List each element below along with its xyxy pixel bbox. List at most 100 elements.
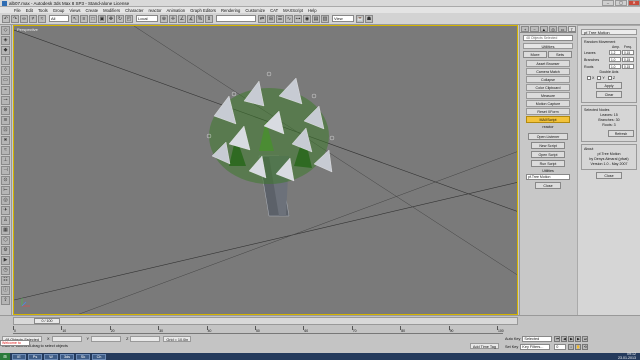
reactor-dashpot-icon[interactable]: ⊸: [1, 96, 10, 105]
set-key-button[interactable]: Set Key: [505, 345, 518, 349]
select-object-icon[interactable]: ↖: [71, 14, 79, 23]
asset-browser-button[interactable]: Asset Browser: [526, 60, 570, 67]
maxscript-close-button[interactable]: Close: [535, 182, 561, 189]
snap-icon[interactable]: ∠: [178, 14, 186, 23]
viewport-label[interactable]: Perspective: [17, 27, 38, 32]
maximize-button[interactable]: ▢: [615, 0, 627, 6]
menu-reactor[interactable]: reactor: [148, 8, 161, 13]
perspective-viewport[interactable]: Perspective: [13, 25, 518, 315]
new-script-button[interactable]: New Script: [531, 142, 565, 149]
clear-button[interactable]: Clear: [596, 91, 622, 98]
more-button[interactable]: More: [523, 51, 547, 58]
reference-coord-dropdown[interactable]: Local: [136, 15, 158, 22]
reactor-deforming-icon[interactable]: ◊: [1, 66, 10, 75]
utilities-dropdown[interactable]: pf.Tree Motion: [526, 174, 570, 180]
reactor-create-anim-icon[interactable]: ◷: [1, 266, 10, 275]
tab-hierarchy[interactable]: ▲: [539, 26, 548, 32]
apply-button[interactable]: Apply: [596, 82, 622, 89]
leaves-freq-spinner[interactable]: 0.15: [622, 50, 634, 55]
tree-motion-close-button[interactable]: Close: [596, 172, 622, 179]
reactor-car-wheel-icon[interactable]: ◎: [1, 196, 10, 205]
reactor-plane-icon[interactable]: ▭: [1, 76, 10, 85]
add-time-tag[interactable]: Add Time Tag: [469, 342, 499, 349]
minimize-button[interactable]: –: [602, 0, 614, 6]
menu-tools[interactable]: Tools: [38, 8, 48, 13]
tab-modify[interactable]: ~: [530, 26, 539, 32]
rect-selection-icon[interactable]: □: [89, 14, 97, 23]
menu-create[interactable]: Create: [86, 8, 99, 13]
menu-file[interactable]: File: [14, 8, 21, 13]
window-crossing-icon[interactable]: ▣: [98, 14, 106, 23]
reactor-analyze-icon[interactable]: ⚙: [1, 246, 10, 255]
utilities-rollout-title[interactable]: Utilities: [523, 43, 573, 49]
reactor-property-icon[interactable]: ☷: [1, 276, 10, 285]
menu-views[interactable]: Views: [69, 8, 80, 13]
reactor-preview-icon[interactable]: ▶: [1, 256, 10, 265]
rotate-icon[interactable]: ↻: [116, 14, 124, 23]
auto-key-button[interactable]: Auto Key: [505, 337, 520, 341]
tab-motion[interactable]: ◎: [548, 26, 558, 32]
unlink-icon[interactable]: ≠: [29, 14, 37, 23]
reactor-toy-car-icon[interactable]: ⊡: [1, 126, 10, 135]
reactor-fracture-icon[interactable]: ⋇: [1, 136, 10, 145]
start-button[interactable]: ⊞: [0, 353, 10, 360]
leaves-amp-spinner[interactable]: 1.2: [609, 50, 621, 55]
z-coord-field[interactable]: [130, 335, 161, 342]
menu-modifiers[interactable]: Modifiers: [103, 8, 120, 13]
mirror-icon[interactable]: ⇄: [258, 14, 266, 23]
reactor-cloth-icon[interactable]: ◈: [1, 36, 10, 45]
sets-button[interactable]: Sets: [548, 51, 572, 58]
menu-cat[interactable]: CAT: [270, 8, 278, 13]
open-listener-button[interactable]: Open Listener: [528, 133, 568, 140]
pan-icon[interactable]: ✋: [575, 344, 582, 350]
tree-model[interactable]: [206, 71, 335, 217]
prev-frame-icon[interactable]: ◀: [561, 336, 568, 342]
branches-amp-spinner[interactable]: 1.0: [609, 57, 621, 62]
maxscript-mini-listener[interactable]: Welcome to: [0, 340, 30, 346]
reactor-ragdoll-icon[interactable]: ♙: [1, 216, 10, 225]
taskbar-app-3dsmax[interactable]: 3ds: [60, 353, 74, 360]
go-to-start-icon[interactable]: ⏮: [554, 336, 561, 342]
bind-spacewarp-icon[interactable]: ≈: [38, 14, 46, 23]
scale-icon[interactable]: ◰: [125, 14, 133, 23]
y-axis-checkbox[interactable]: [597, 76, 602, 80]
menu-animation[interactable]: Animation: [167, 8, 186, 13]
undo-icon[interactable]: ↶: [2, 14, 10, 23]
quick-render-icon[interactable]: ☕: [356, 14, 364, 23]
system-clock[interactable]: 09:12 23.01.2013: [618, 352, 636, 360]
reactor-fly-icon[interactable]: ✈: [1, 206, 10, 215]
layer-manager-icon[interactable]: ☰: [276, 14, 284, 23]
reactor-convex-icon[interactable]: ⬡: [1, 236, 10, 245]
render-last-icon[interactable]: ☗: [365, 14, 373, 23]
reactor-export-icon[interactable]: ⇪: [1, 296, 10, 305]
reactor-wall-icon[interactable]: ▦: [1, 226, 10, 235]
open-script-button[interactable]: Open Script: [531, 151, 565, 158]
motion-capture-button[interactable]: Motion Capture: [526, 100, 570, 107]
branches-freq-spinner[interactable]: 0.15: [622, 57, 634, 62]
refresh-button[interactable]: Refresh: [608, 130, 634, 137]
roots-freq-spinner[interactable]: 0.15: [622, 64, 634, 69]
menu-group[interactable]: Group: [53, 8, 65, 13]
zoom-icon[interactable]: ⌕: [568, 344, 575, 350]
reactor-rigid-icon[interactable]: ◇: [1, 26, 10, 35]
taskbar-app-photoshop[interactable]: Ps: [28, 353, 42, 360]
reactor-spring-icon[interactable]: ⌁: [1, 86, 10, 95]
color-clipboard-button[interactable]: Color Clipboard: [526, 84, 570, 91]
tree-motion-header[interactable]: pf.Tree Motion: [581, 29, 637, 35]
collapse-button[interactable]: Collapse: [526, 76, 570, 83]
key-filters-button[interactable]: Key Filters...: [520, 344, 551, 350]
reset-xform-button[interactable]: Reset XForm: [526, 108, 570, 115]
time-slider-track[interactable]: 0 / 100: [13, 317, 518, 325]
render-frame-icon[interactable]: ▥: [321, 14, 329, 23]
x-coord-field[interactable]: [51, 335, 82, 342]
current-frame-field[interactable]: 0: [554, 344, 567, 350]
reactor-soft-icon[interactable]: ◆: [1, 46, 10, 55]
render-setup-icon[interactable]: ▤: [312, 14, 320, 23]
run-script-button[interactable]: Run Script: [531, 160, 565, 167]
time-slider[interactable]: 0 / 100: [34, 318, 60, 324]
menu-customize[interactable]: Customize: [245, 8, 265, 13]
camera-match-button[interactable]: Camera Match: [526, 68, 570, 75]
menu-help[interactable]: Help: [308, 8, 317, 13]
orbit-icon[interactable]: ⟲: [582, 344, 589, 350]
reactor-info-icon[interactable]: ⓘ: [1, 286, 10, 295]
